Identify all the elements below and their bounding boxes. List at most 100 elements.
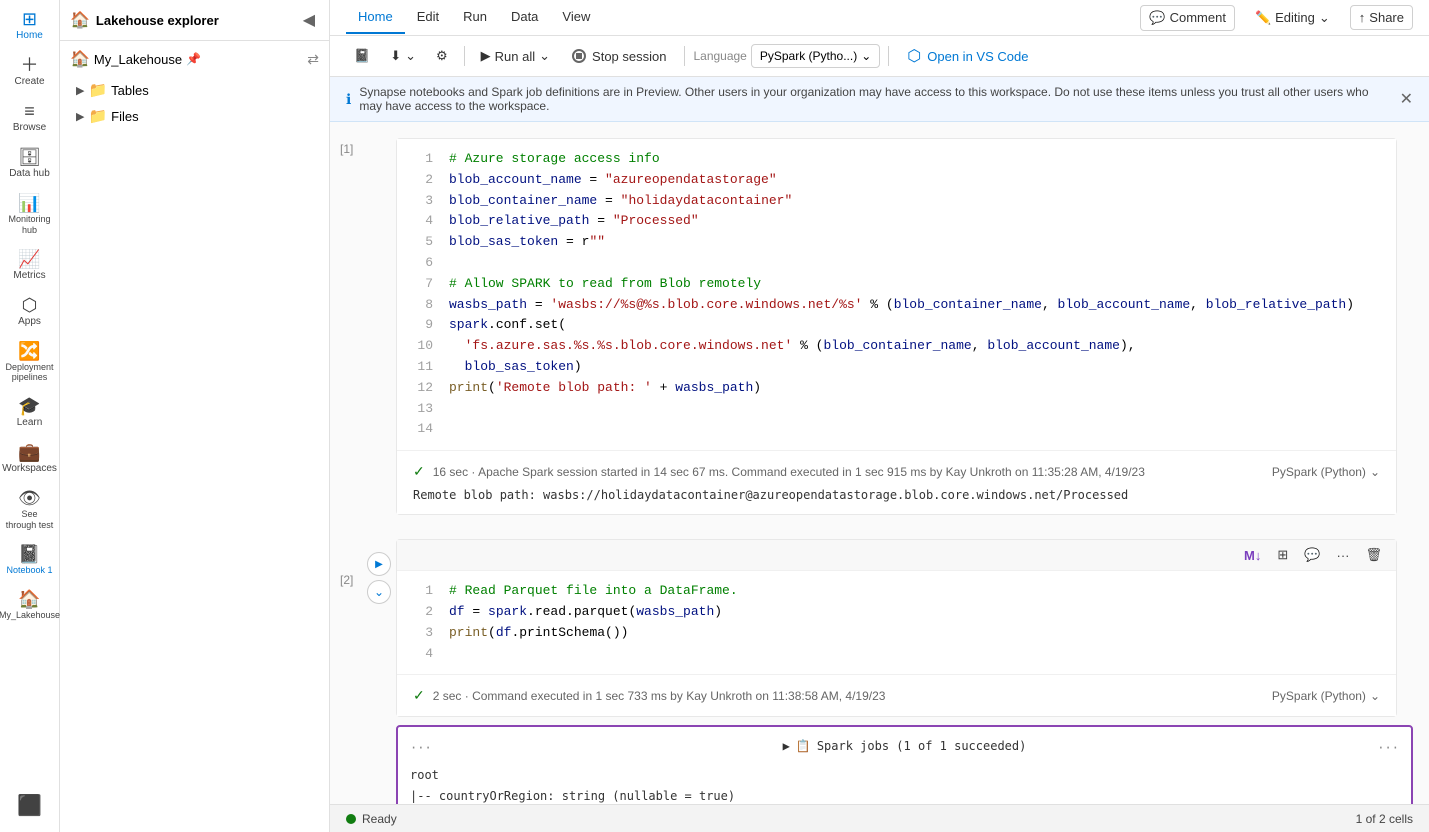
sidebar-item-mylakehouse[interactable]: 🏠 My_Lakehouse [4,584,56,627]
sync-icon[interactable]: ⇄ [307,51,319,68]
status-bar: Ready 1 of 2 cells [330,804,1429,832]
code-line-14: 14 [413,419,1380,440]
vscode-icon: ⬡ [907,46,921,66]
metrics-icon: 📈 [18,250,40,268]
language-selector[interactable]: PySpark (Pytho...) ⌄ [751,44,880,68]
sidebar-item-seethrough[interactable]: 👁 See through test [4,483,56,537]
code-line-11: 11 blob_sas_token) [413,357,1380,378]
monitoring-icon: 📊 [18,194,40,212]
code-line-2: 2blob_account_name = "azureopendatastora… [413,170,1380,191]
spark-jobs-expand[interactable]: ▶ 📋 Spark jobs (1 of 1 succeeded) [783,735,1027,761]
cell2-line-4: 4 [413,644,1380,665]
sidebar-item-learn[interactable]: 🎓 Learn [4,391,56,435]
cell2-wrapper: ▶ ⌄ M↓ ⊞ 💬 ··· 🗑 1# Read Parquet file in… [330,523,1429,717]
status-check-icon: ✓ [413,463,425,480]
schema-line-1: |-- countryOrRegion: string (nullable = … [410,786,1399,804]
cell2-table-btn[interactable]: ⊞ [1271,544,1294,566]
code-line-1: 1# Azure storage access info [413,149,1380,170]
cell2-expand-button[interactable]: ⌄ [367,580,391,604]
cell2-output: ✓ 2 sec · Command executed in 1 sec 733 … [397,674,1396,716]
stop-session-button[interactable]: Stop session [562,45,676,68]
run-all-button[interactable]: ▶ Run all ⌄ [473,44,558,68]
sidebar-item-browse[interactable]: ≡ Browse [4,96,56,140]
code-line-13: 13 [413,399,1380,420]
sidebar-item-monitoring[interactable]: 📊 Monitoring hub [4,188,56,242]
notebook-icon: 📓 [18,545,40,563]
settings-button[interactable]: ⚙ [428,44,456,68]
toolbar-sep-1 [464,46,465,66]
cell2-delete-btn[interactable]: 🗑 [1359,544,1388,566]
spark-output-box: ··· ▶ 📋 Spark jobs (1 of 1 succeeded) ··… [396,725,1413,804]
gear-icon: ⚙ [436,48,448,64]
lakehouse-explorer-icon: 🏠 [70,10,90,30]
cell2-toolbar: M↓ ⊞ 💬 ··· 🗑 [397,540,1396,571]
top-bar-right: 💬 Comment ✏️ Editing ⌄ ↑ Share [1140,5,1413,31]
sidebar-item-home[interactable]: ⊞ Home [4,4,56,48]
cell2-code[interactable]: 1# Read Parquet file into a DataFrame. 2… [397,571,1396,674]
download-chevron: ⌄ [405,48,416,64]
cell2-output-lang[interactable]: PySpark (Python) ⌄ [1272,689,1380,703]
cell2-line-1: 1# Read Parquet file into a DataFrame. [413,581,1380,602]
cell1-output: ✓ 16 sec · Apache Spark session started … [397,450,1396,514]
download-button[interactable]: ⬇ ⌄ [382,44,424,68]
status-left: Ready [346,812,397,826]
pin-icon[interactable]: 📌 [186,52,201,66]
cell1-output-status: ✓ 16 sec · Apache Spark session started … [413,459,1380,484]
editing-button[interactable]: ✏️ Editing ⌄ [1247,6,1338,30]
run-all-chevron: ⌄ [539,48,550,64]
sidebar-item-datahub[interactable]: 🗄 Data hub [4,142,56,186]
cell1-exec-num: [1] [340,142,353,156]
sidebar-item-notebook[interactable]: 📓 Notebook 1 [4,539,56,582]
sidebar-item-apps[interactable]: ⬡ Apps [4,290,56,334]
top-bar: Home Edit Run Data View 💬 Comment ✏️ Edi… [330,0,1429,36]
cell2-run-button[interactable]: ▶ [367,552,391,576]
info-bar: ℹ Synapse notebooks and Spark job defini… [330,77,1429,122]
cell2-output-lang-chevron: ⌄ [1370,689,1380,703]
spark-schema: root |-- countryOrRegion: string (nullab… [410,765,1399,804]
sidebar-item-powerbi[interactable]: ⬛ [4,790,56,822]
cell2-output-status: ✓ 2 sec · Command executed in 1 sec 733 … [413,683,1380,708]
cell2-line-2: 2df = spark.read.parquet(wasbs_path) [413,602,1380,623]
comment-button[interactable]: 💬 Comment [1140,5,1235,31]
cell2-more-btn[interactable]: ··· [1330,545,1355,566]
code-line-5: 5blob_sas_token = r"" [413,232,1380,253]
cell1-output-lang[interactable]: PySpark (Python) ⌄ [1272,465,1380,479]
schema-line-root: root [410,765,1399,785]
tree-item-files[interactable]: ▶ 📁 Files [70,103,319,129]
tab-home[interactable]: Home [346,1,405,34]
tree-arrow-files: ▶ [76,110,84,123]
cell2-markdown-btn[interactable]: M↓ [1238,545,1267,566]
tab-run[interactable]: Run [451,1,499,34]
sidebar-item-metrics[interactable]: 📈 Metrics [4,244,56,288]
sidebar-item-create[interactable]: ＋ Create [4,50,56,94]
tab-data[interactable]: Data [499,1,550,34]
cell2-comment-btn[interactable]: 💬 [1298,544,1326,566]
code-line-7: 7# Allow SPARK to read from Blob remotel… [413,274,1380,295]
code-line-3: 3blob_container_name = "holidaydataconta… [413,191,1380,212]
info-close-button[interactable]: ✕ [1400,89,1413,109]
spark-output-more[interactable]: ··· [1377,741,1399,755]
run-all-icon: ▶ [481,48,491,64]
cell1-wrapper: 1# Azure storage access info 2blob_accou… [330,122,1429,515]
notebook-content[interactable]: ℹ Synapse notebooks and Spark job defini… [330,77,1429,804]
collapse-panel-button[interactable]: ◀ [299,8,319,32]
tab-view[interactable]: View [550,1,602,34]
lang-chevron-icon: ⌄ [861,49,871,63]
edit-pencil-icon: ✏️ [1255,10,1271,26]
sidebar-item-workspaces[interactable]: 💼 Workspaces [4,437,56,481]
info-icon: ℹ [346,91,351,108]
cell1-code[interactable]: 1# Azure storage access info 2blob_accou… [397,139,1396,450]
stop-square [576,53,582,59]
cell1-output-text: Remote blob path: wasbs://holidaydatacon… [413,484,1380,506]
notebook-icon-btn[interactable]: 📓 [346,44,378,68]
download-icon: ⬇ [390,48,401,64]
share-button[interactable]: ↑ Share [1350,5,1413,30]
code-line-12: 12print('Remote blob path: ' + wasbs_pat… [413,378,1380,399]
open-vscode-button[interactable]: ⬡ Open in VS Code [897,42,1038,70]
browse-icon: ≡ [24,102,35,120]
tab-edit[interactable]: Edit [405,1,451,34]
sidebar-item-deployment[interactable]: 🔀 Deployment pipelines [4,336,56,390]
code-line-4: 4blob_relative_path = "Processed" [413,211,1380,232]
eye-icon: 👁 [18,489,41,507]
tree-item-tables[interactable]: ▶ 📁 Tables [70,77,319,103]
